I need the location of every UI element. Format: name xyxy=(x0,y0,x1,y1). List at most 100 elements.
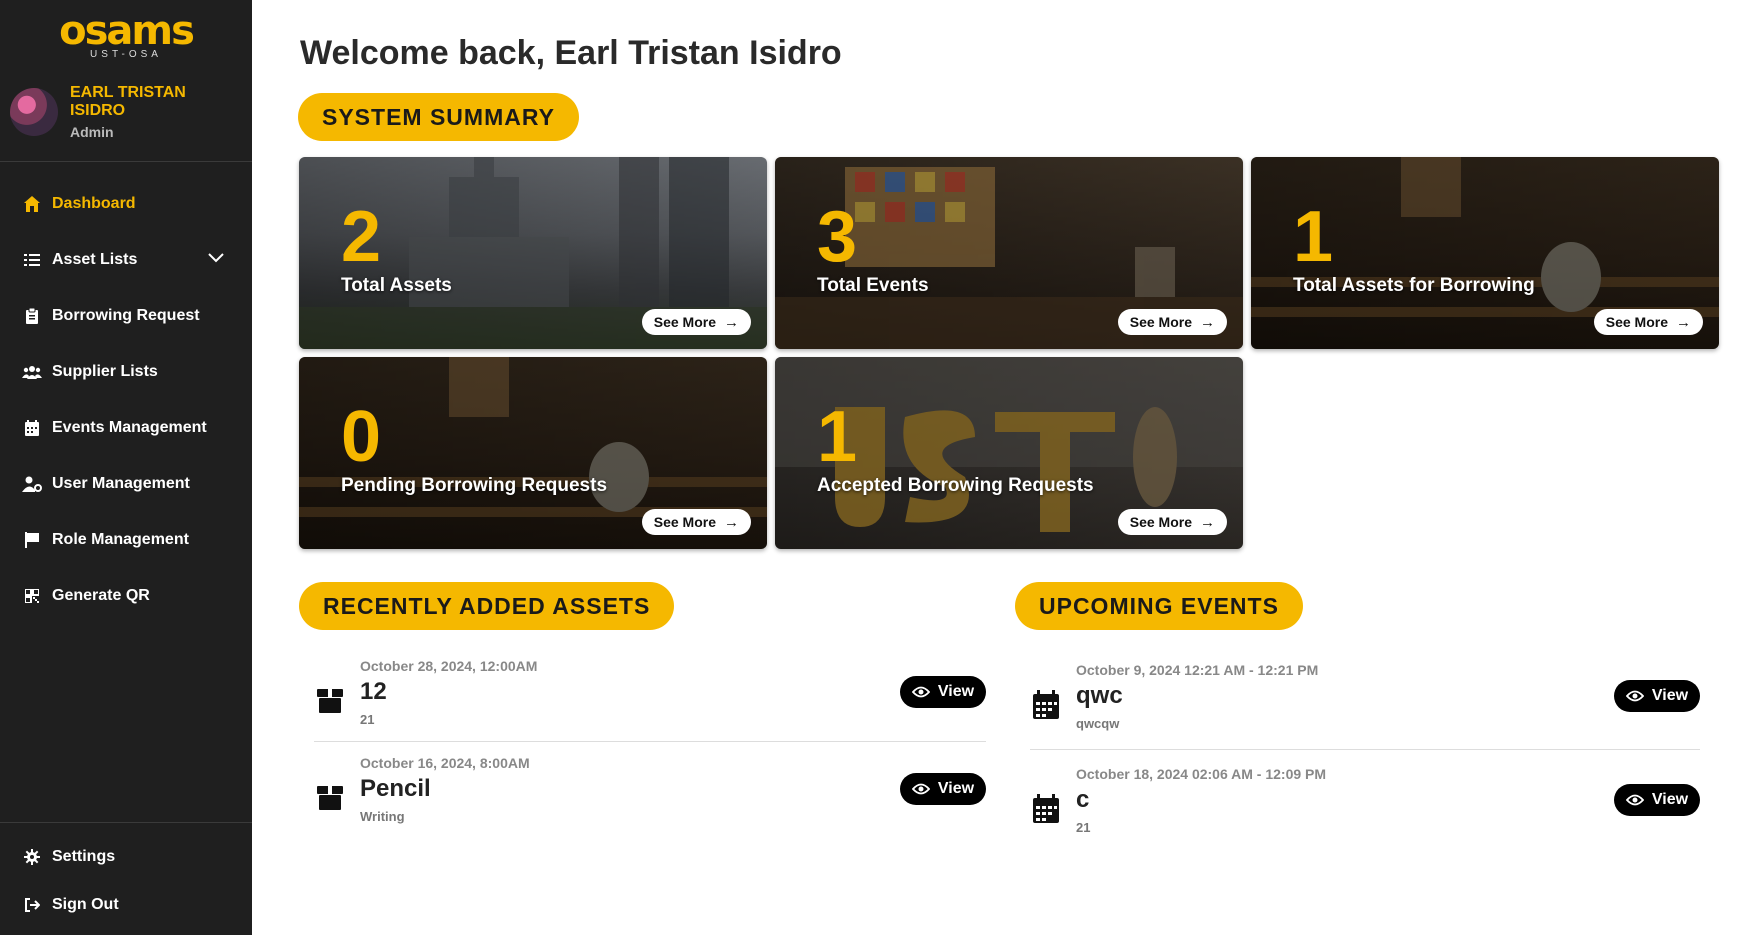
see-more-label: See More xyxy=(653,314,716,330)
sidebar-item-label: Dashboard xyxy=(52,195,136,212)
see-more-button[interactable]: See More → xyxy=(641,509,751,535)
arrow-right-icon: → xyxy=(1200,313,1215,331)
event-date: October 9, 2024 12:21 AM - 12:21 PM xyxy=(1076,662,1319,678)
system-summary-heading: SYSTEM SUMMARY xyxy=(298,93,579,141)
logo-text: osams xyxy=(59,7,195,54)
logo[interactable]: osams UST-OSA xyxy=(0,0,252,62)
sidebar-item-label: Settings xyxy=(52,848,116,865)
sidebar-item-label: Asset Lists xyxy=(52,251,138,268)
arrow-right-icon: → xyxy=(724,313,739,331)
home-icon xyxy=(22,194,42,214)
box-icon xyxy=(316,686,344,714)
sidebar-item-sign-out[interactable]: Sign Out xyxy=(0,881,252,929)
sidebar-item-label: Borrowing Request xyxy=(52,307,200,324)
view-label: View xyxy=(937,683,975,700)
calendar-icon xyxy=(22,418,42,438)
see-more-button[interactable]: See More → xyxy=(641,309,751,335)
user-gear-icon xyxy=(22,474,42,494)
total-events-label: Total Events xyxy=(817,275,929,296)
sign-out-icon xyxy=(22,895,42,915)
sidebar-item-supplier-lists[interactable]: Supplier Lists xyxy=(0,344,252,400)
see-more-label: See More xyxy=(1605,314,1668,330)
summary-card-accepted-borrowing-requests[interactable]: 1 Accepted Borrowing Requests See More → xyxy=(775,357,1243,549)
summary-card-total-assets-for-borrowing[interactable]: 1 Total Assets for Borrowing See More → xyxy=(1251,157,1719,349)
see-more-label: See More xyxy=(1129,514,1192,530)
asset-date: October 16, 2024, 8:00AM xyxy=(360,755,530,771)
sidebar-item-user-management[interactable]: User Management xyxy=(0,456,252,512)
upcoming-events-heading: UPCOMING EVENTS xyxy=(1015,582,1303,630)
sidebar-item-label: Generate QR xyxy=(52,587,150,604)
total-assets-label: Total Assets xyxy=(341,275,452,296)
see-more-button[interactable]: See More → xyxy=(1117,509,1227,535)
eye-icon xyxy=(1625,690,1644,702)
user-profile[interactable]: EARL TRISTAN ISIDRO Admin xyxy=(0,62,252,162)
sidebar-footer: Settings Sign Out xyxy=(0,822,252,935)
view-button[interactable]: View xyxy=(900,676,986,708)
pending-borrowing-requests-value: 0 xyxy=(341,397,382,477)
total-events-value: 3 xyxy=(817,197,858,277)
summary-card-total-assets[interactable]: 2 Total Assets See More → xyxy=(299,157,767,349)
summary-card-total-events[interactable]: 3 Total Events See More → xyxy=(775,157,1243,349)
clipboard-icon xyxy=(22,306,42,326)
sidebar-item-dashboard[interactable]: Dashboard xyxy=(0,176,252,232)
event-date: October 18, 2024 02:06 AM - 12:09 PM xyxy=(1076,766,1327,782)
list-icon xyxy=(22,250,42,270)
sidebar-item-label: Events Management xyxy=(52,419,207,436)
summary-card-pending-borrowing-requests[interactable]: 0 Pending Borrowing Requests See More → xyxy=(299,357,767,549)
arrow-right-icon: → xyxy=(1676,313,1691,331)
sidebar-item-label: User Management xyxy=(52,475,190,492)
view-button[interactable]: View xyxy=(1614,680,1700,712)
view-button[interactable]: View xyxy=(1614,784,1700,816)
box-icon xyxy=(316,783,344,811)
chevron-down-icon[interactable] xyxy=(208,250,224,268)
accepted-borrowing-requests-value: 1 xyxy=(817,397,858,477)
calendar-icon xyxy=(1032,794,1060,823)
divider xyxy=(1030,749,1700,750)
sidebar-item-events-management[interactable]: Events Management xyxy=(0,400,252,456)
calendar-icon xyxy=(1032,690,1060,719)
total-assets-for-borrowing-label: Total Assets for Borrowing xyxy=(1293,275,1535,296)
pending-borrowing-requests-label: Pending Borrowing Requests xyxy=(341,475,608,496)
total-assets-value: 2 xyxy=(341,197,382,277)
sidebar-item-generate-qr[interactable]: Generate QR xyxy=(0,568,252,624)
view-label: View xyxy=(1651,791,1689,808)
asset-name: 12 xyxy=(360,678,387,705)
main-content: Welcome back, Earl Tristan Isidro SYSTEM… xyxy=(252,0,1752,935)
sidebar-item-label: Role Management xyxy=(52,531,189,548)
divider xyxy=(314,741,986,742)
sidebar-item-asset-lists[interactable]: Asset Lists xyxy=(0,232,252,288)
recently-added-assets-heading: RECENTLY ADDED ASSETS xyxy=(299,582,675,630)
user-role: Admin xyxy=(70,123,114,140)
list-item: October 9, 2024 12:21 AM - 12:21 PM qwc … xyxy=(1032,662,1700,758)
see-more-button[interactable]: See More → xyxy=(1117,309,1227,335)
eye-icon xyxy=(911,686,930,698)
event-subtitle: 21 xyxy=(1076,820,1091,835)
view-label: View xyxy=(1651,687,1689,704)
asset-subtitle: 21 xyxy=(360,712,375,727)
flag-icon xyxy=(22,530,42,550)
asset-date: October 28, 2024, 12:00AM xyxy=(360,658,538,674)
event-name: qwc xyxy=(1076,682,1123,709)
asset-name: Pencil xyxy=(360,775,431,802)
view-label: View xyxy=(937,780,975,797)
users-icon xyxy=(22,362,42,382)
see-more-button[interactable]: See More → xyxy=(1593,309,1703,335)
arrow-right-icon: → xyxy=(1200,513,1215,531)
list-item: October 28, 2024, 12:00AM 12 21 View xyxy=(316,658,986,754)
sidebar-item-role-management[interactable]: Role Management xyxy=(0,512,252,568)
total-assets-for-borrowing-value: 1 xyxy=(1293,197,1334,277)
sidebar-nav: Dashboard Asset Lists Borrowing Request … xyxy=(0,162,252,624)
page-title: Welcome back, Earl Tristan Isidro xyxy=(300,34,842,72)
arrow-right-icon: → xyxy=(724,513,739,531)
eye-icon xyxy=(1625,794,1644,806)
eye-icon xyxy=(911,783,930,795)
accepted-borrowing-requests-label: Accepted Borrowing Requests xyxy=(817,475,1094,496)
sidebar-item-label: Supplier Lists xyxy=(52,363,158,380)
sidebar-item-label: Sign Out xyxy=(52,896,119,913)
view-button[interactable]: View xyxy=(900,773,986,805)
sidebar-item-settings[interactable]: Settings xyxy=(0,833,252,881)
avatar xyxy=(10,87,58,136)
asset-subtitle: Writing xyxy=(360,809,405,824)
sidebar-item-borrowing-request[interactable]: Borrowing Request xyxy=(0,288,252,344)
list-item: October 18, 2024 02:06 AM - 12:09 PM c 2… xyxy=(1032,766,1700,862)
